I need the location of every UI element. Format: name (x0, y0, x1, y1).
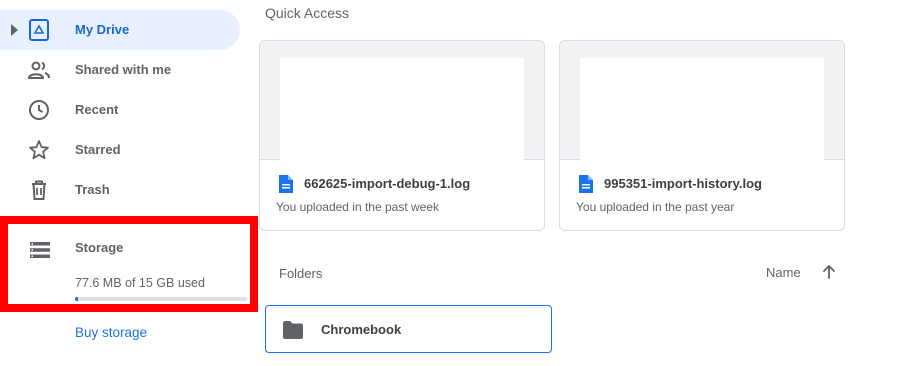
sidebar-item-label: Starred (75, 142, 121, 157)
sidebar-item-label: Shared with me (75, 62, 172, 77)
storage-progress-fill (75, 297, 79, 301)
sidebar-item-label: Recent (75, 102, 119, 117)
expand-arrow-icon[interactable] (11, 24, 18, 36)
file-activity: You uploaded in the past year (576, 200, 735, 214)
quick-access-card[interactable]: 662625-import-debug-1.log You uploaded i… (259, 40, 545, 231)
file-thumbnail (260, 41, 544, 160)
folder-icon (283, 321, 303, 339)
quick-access-title: Quick Access (265, 5, 350, 21)
sidebar-item-my-drive[interactable]: My Drive (0, 10, 240, 50)
sidebar-item-label: Trash (75, 182, 110, 197)
star-icon (29, 140, 49, 160)
storage-label: Storage (75, 240, 124, 255)
sort-by-name-button[interactable]: Name (766, 265, 801, 280)
sidebar-item-shared-with-me[interactable]: Shared with me (0, 50, 240, 90)
clock-icon (29, 100, 49, 120)
doc-icon (279, 175, 293, 193)
trash-icon (32, 180, 46, 200)
file-thumbnail (560, 41, 844, 160)
buy-storage-link[interactable]: Buy storage (75, 325, 147, 340)
sidebar-item-label: My Drive (75, 22, 130, 37)
file-name: 662625-import-debug-1.log (304, 176, 471, 191)
my-drive-icon (29, 19, 49, 41)
folders-heading: Folders (279, 266, 323, 281)
sidebar-item-starred[interactable]: Starred (0, 130, 240, 170)
arrow-up-icon[interactable] (820, 263, 838, 281)
file-activity: You uploaded in the past week (276, 200, 440, 214)
file-name: 995351-import-history.log (604, 176, 762, 191)
sidebar-item-recent[interactable]: Recent (0, 90, 240, 130)
sidebar-item-trash[interactable]: Trash (0, 170, 240, 210)
storage-progress-bar (75, 297, 247, 301)
folder-name: Chromebook (321, 322, 402, 337)
storage-icon (30, 242, 50, 258)
sidebar: My Drive Shared with me Recent Starred T… (0, 0, 258, 366)
shared-icon (27, 61, 50, 79)
doc-icon (579, 175, 593, 193)
storage-section[interactable]: Storage 77.6 MB of 15 GB used (0, 216, 258, 312)
folder-item[interactable]: Chromebook (265, 305, 552, 353)
quick-access-card[interactable]: 995351-import-history.log You uploaded i… (559, 40, 845, 231)
storage-used-text: 77.6 MB of 15 GB used (75, 276, 205, 290)
